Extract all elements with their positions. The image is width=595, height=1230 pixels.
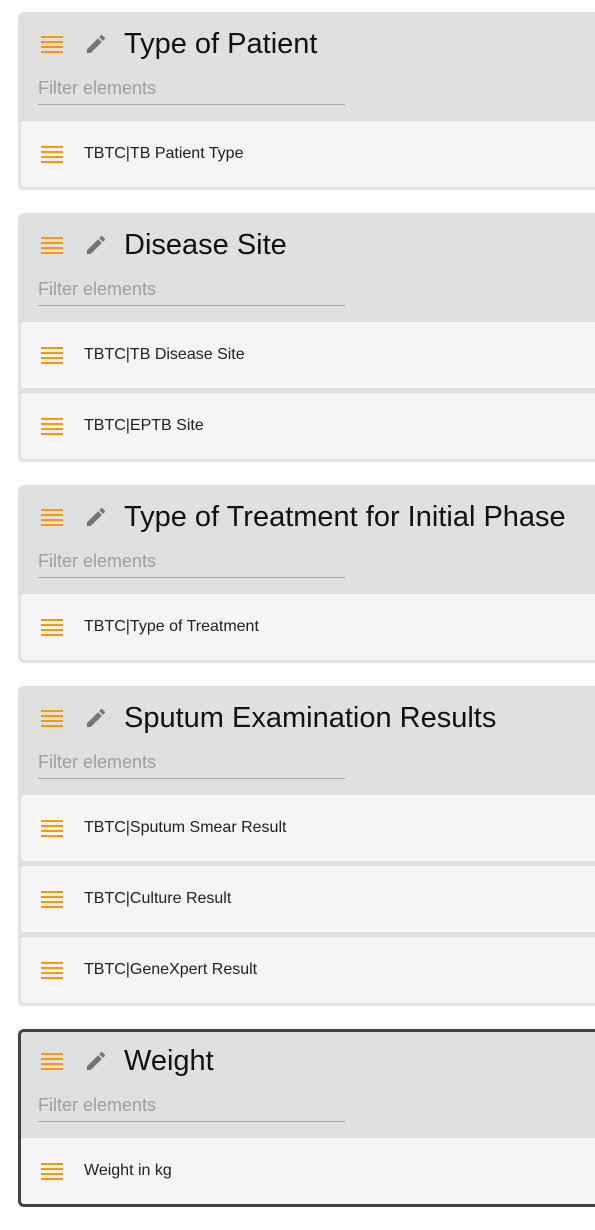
drag-handle-icon[interactable]: [41, 36, 63, 53]
list-item[interactable]: TBTC|Culture Result: [21, 866, 595, 932]
pencil-icon[interactable]: [84, 32, 108, 56]
filter-elements-input[interactable]: [38, 545, 345, 578]
list-item-label: Weight in kg: [84, 1162, 172, 1179]
list-item-label: TBTC|TB Patient Type: [84, 145, 244, 162]
section-title: Disease Site: [124, 229, 287, 261]
section-card[interactable]: Disease Site TBTC|TB Disease Site TBTC|E…: [18, 213, 595, 462]
list-item-label: TBTC|Type of Treatment: [84, 618, 259, 635]
drag-handle-icon[interactable]: [41, 619, 63, 636]
filter-elements-input[interactable]: [38, 746, 345, 779]
list-item-label: TBTC|Culture Result: [84, 890, 232, 907]
filter-elements-input[interactable]: [38, 72, 345, 105]
filter-elements-input[interactable]: [38, 273, 345, 306]
section-card[interactable]: Type of Treatment for Initial Phase TBTC…: [18, 485, 595, 663]
list-item[interactable]: Weight in kg: [21, 1138, 595, 1204]
section-card[interactable]: Type of Patient TBTC|TB Patient Type: [18, 12, 595, 190]
section-title: Type of Patient: [124, 28, 318, 60]
drag-handle-icon[interactable]: [41, 962, 63, 979]
drag-handle-icon[interactable]: [41, 710, 63, 727]
section-title: Type of Treatment for Initial Phase: [124, 501, 566, 533]
pencil-icon[interactable]: [84, 706, 108, 730]
list-item[interactable]: TBTC|Sputum Smear Result: [21, 795, 595, 861]
list-item[interactable]: TBTC|GeneXpert Result: [21, 937, 595, 1003]
drag-handle-icon[interactable]: [41, 1053, 63, 1070]
drag-handle-icon[interactable]: [41, 509, 63, 526]
section-header: Disease Site: [21, 216, 595, 322]
list-item-label: TBTC|TB Disease Site: [84, 346, 245, 363]
list-item-label: TBTC|GeneXpert Result: [84, 961, 258, 978]
section-card[interactable]: Sputum Examination Results TBTC|Sputum S…: [18, 686, 595, 1006]
drag-handle-icon[interactable]: [41, 820, 63, 837]
section-title: Weight: [124, 1045, 214, 1077]
drag-handle-icon[interactable]: [41, 891, 63, 908]
pencil-icon[interactable]: [84, 1049, 108, 1073]
section-header: Sputum Examination Results: [21, 689, 595, 795]
drag-handle-icon[interactable]: [41, 418, 63, 435]
filter-elements-input[interactable]: [38, 1089, 345, 1122]
list-item-label: TBTC|Sputum Smear Result: [84, 819, 287, 836]
section-list: Type of Patient TBTC|TB Patient Type Dis…: [0, 0, 595, 1230]
pencil-icon[interactable]: [84, 233, 108, 257]
drag-handle-icon[interactable]: [41, 146, 63, 163]
pencil-icon[interactable]: [84, 505, 108, 529]
section-title: Sputum Examination Results: [124, 702, 497, 734]
section-header: Type of Treatment for Initial Phase: [21, 488, 595, 594]
list-item[interactable]: TBTC|EPTB Site: [21, 393, 595, 459]
section-header: Weight: [21, 1032, 595, 1138]
drag-handle-icon[interactable]: [41, 237, 63, 254]
section-header: Type of Patient: [21, 15, 595, 121]
drag-handle-icon[interactable]: [41, 1163, 63, 1180]
list-item-label: TBTC|EPTB Site: [84, 417, 204, 434]
list-item[interactable]: TBTC|TB Patient Type: [21, 121, 595, 187]
drag-handle-icon[interactable]: [41, 347, 63, 364]
list-item[interactable]: TBTC|Type of Treatment: [21, 594, 595, 660]
section-card[interactable]: Weight Weight in kg: [18, 1029, 595, 1207]
list-item[interactable]: TBTC|TB Disease Site: [21, 322, 595, 388]
